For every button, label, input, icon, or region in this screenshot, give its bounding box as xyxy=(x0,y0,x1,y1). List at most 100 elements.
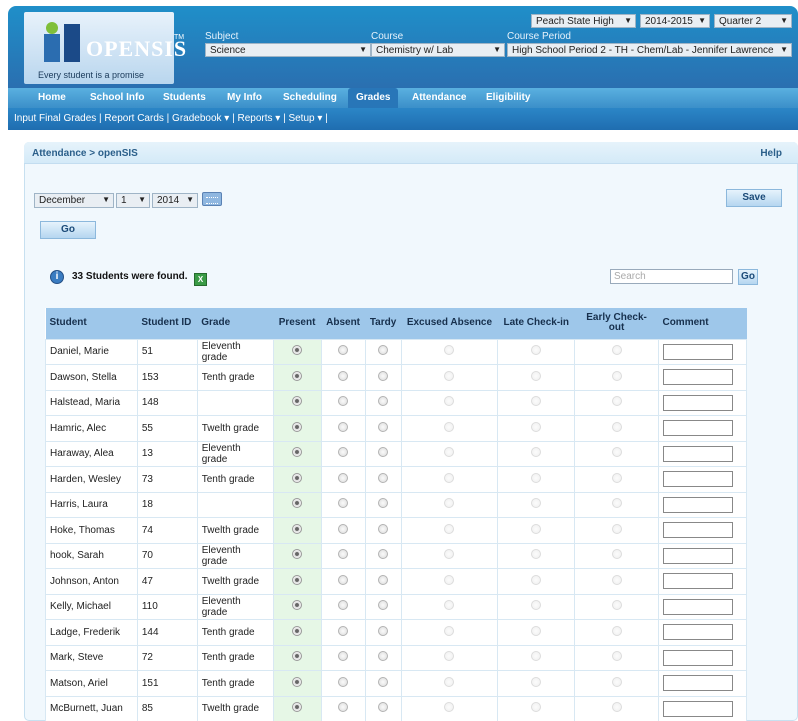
present-radio[interactable] xyxy=(292,396,303,407)
late-check-in-radio[interactable] xyxy=(531,676,542,687)
comment-input[interactable] xyxy=(662,547,733,564)
excused-absence-radio[interactable] xyxy=(444,421,455,432)
early-check-out-radio[interactable] xyxy=(611,396,622,407)
present-radio[interactable] xyxy=(292,523,303,534)
school-select[interactable]: Peach State High ▼ xyxy=(531,14,636,28)
late-check-in-radio[interactable] xyxy=(531,549,542,560)
late-check-in-radio[interactable] xyxy=(531,396,542,407)
excused-absence-radio[interactable] xyxy=(444,447,455,458)
absent-radio[interactable] xyxy=(338,498,349,509)
student-name[interactable]: Harden, Wesley xyxy=(45,466,138,493)
tardy-radio[interactable] xyxy=(378,421,389,432)
early-check-out-radio[interactable] xyxy=(611,625,622,636)
excused-absence-radio[interactable] xyxy=(444,396,455,407)
search-input[interactable] xyxy=(610,269,733,284)
nav-grades[interactable]: Grades xyxy=(348,88,399,108)
comment-input[interactable] xyxy=(662,445,733,462)
tardy-radio[interactable] xyxy=(378,549,389,560)
excused-absence-radio[interactable] xyxy=(444,625,455,636)
student-name[interactable]: Matson, Ariel xyxy=(45,670,138,697)
comment-input[interactable] xyxy=(662,573,733,590)
absent-radio[interactable] xyxy=(338,549,349,560)
year-select[interactable]: 2014-2015 ▼ xyxy=(640,14,710,28)
early-check-out-radio[interactable] xyxy=(611,370,622,381)
absent-radio[interactable] xyxy=(338,370,349,381)
comment-input[interactable] xyxy=(662,522,733,539)
absent-radio[interactable] xyxy=(338,574,349,585)
sub-nav-links[interactable]: Input Final Grades | Report Cards | Grad… xyxy=(14,113,328,124)
comment-input[interactable] xyxy=(662,675,733,692)
absent-radio[interactable] xyxy=(338,523,349,534)
early-check-out-radio[interactable] xyxy=(611,676,622,687)
student-name[interactable]: McBurnett, Juan xyxy=(45,695,138,721)
late-check-in-radio[interactable] xyxy=(531,472,542,483)
early-check-out-radio[interactable] xyxy=(611,523,622,534)
nav-scheduling[interactable]: Scheduling xyxy=(283,92,337,103)
early-check-out-radio[interactable] xyxy=(611,651,622,662)
student-name[interactable]: Harris, Laura xyxy=(45,491,138,518)
student-name[interactable]: Daniel, Marie xyxy=(45,338,138,365)
quarter-select[interactable]: Quarter 2 ▼ xyxy=(714,14,792,28)
absent-radio[interactable] xyxy=(338,345,349,356)
early-check-out-radio[interactable] xyxy=(611,549,622,560)
present-radio[interactable] xyxy=(292,447,303,458)
tardy-radio[interactable] xyxy=(378,574,389,585)
tardy-radio[interactable] xyxy=(378,370,389,381)
early-check-out-radio[interactable] xyxy=(611,345,622,356)
early-check-out-radio[interactable] xyxy=(611,574,622,585)
early-check-out-radio[interactable] xyxy=(611,702,622,713)
help-link[interactable]: Help xyxy=(760,148,782,159)
tardy-radio[interactable] xyxy=(378,396,389,407)
student-name[interactable]: Halstead, Maria xyxy=(45,389,138,416)
early-check-out-radio[interactable] xyxy=(611,498,622,509)
comment-input[interactable] xyxy=(662,700,733,717)
present-radio[interactable] xyxy=(292,498,303,509)
tardy-radio[interactable] xyxy=(378,651,389,662)
month-select[interactable]: December ▼ xyxy=(34,193,114,208)
comment-input[interactable] xyxy=(662,598,733,615)
tardy-radio[interactable] xyxy=(378,676,389,687)
excused-absence-radio[interactable] xyxy=(444,702,455,713)
day-select[interactable]: 1 ▼ xyxy=(116,193,150,208)
excused-absence-radio[interactable] xyxy=(444,600,455,611)
course-select[interactable]: Chemistry w/ Lab ▼ xyxy=(371,43,505,57)
late-check-in-radio[interactable] xyxy=(531,498,542,509)
search-go-button[interactable]: Go xyxy=(738,269,758,285)
absent-radio[interactable] xyxy=(338,625,349,636)
excused-absence-radio[interactable] xyxy=(444,549,455,560)
present-radio[interactable] xyxy=(292,549,303,560)
save-button[interactable]: Save xyxy=(726,189,782,207)
year-date-select[interactable]: 2014 ▼ xyxy=(152,193,198,208)
tardy-radio[interactable] xyxy=(378,447,389,458)
excused-absence-radio[interactable] xyxy=(444,370,455,381)
present-radio[interactable] xyxy=(292,345,303,356)
present-radio[interactable] xyxy=(292,472,303,483)
student-name[interactable]: Haraway, Alea xyxy=(45,440,138,467)
late-check-in-radio[interactable] xyxy=(531,625,542,636)
student-name[interactable]: Hoke, Thomas xyxy=(45,517,138,544)
absent-radio[interactable] xyxy=(338,447,349,458)
tardy-radio[interactable] xyxy=(378,702,389,713)
late-check-in-radio[interactable] xyxy=(531,345,542,356)
comment-input[interactable] xyxy=(662,624,733,641)
comment-input[interactable] xyxy=(662,420,733,437)
late-check-in-radio[interactable] xyxy=(531,370,542,381)
student-name[interactable]: Kelly, Michael xyxy=(45,593,138,620)
tardy-radio[interactable] xyxy=(378,345,389,356)
absent-radio[interactable] xyxy=(338,600,349,611)
present-radio[interactable] xyxy=(292,574,303,585)
comment-input[interactable] xyxy=(662,496,733,513)
early-check-out-radio[interactable] xyxy=(611,600,622,611)
early-check-out-radio[interactable] xyxy=(611,447,622,458)
present-radio[interactable] xyxy=(292,702,303,713)
early-check-out-radio[interactable] xyxy=(611,421,622,432)
nav-home[interactable]: Home xyxy=(38,92,66,103)
late-check-in-radio[interactable] xyxy=(531,574,542,585)
tardy-radio[interactable] xyxy=(378,498,389,509)
present-radio[interactable] xyxy=(292,676,303,687)
present-radio[interactable] xyxy=(292,651,303,662)
student-name[interactable]: Mark, Steve xyxy=(45,644,138,671)
excused-absence-radio[interactable] xyxy=(444,345,455,356)
tardy-radio[interactable] xyxy=(378,472,389,483)
excused-absence-radio[interactable] xyxy=(444,651,455,662)
